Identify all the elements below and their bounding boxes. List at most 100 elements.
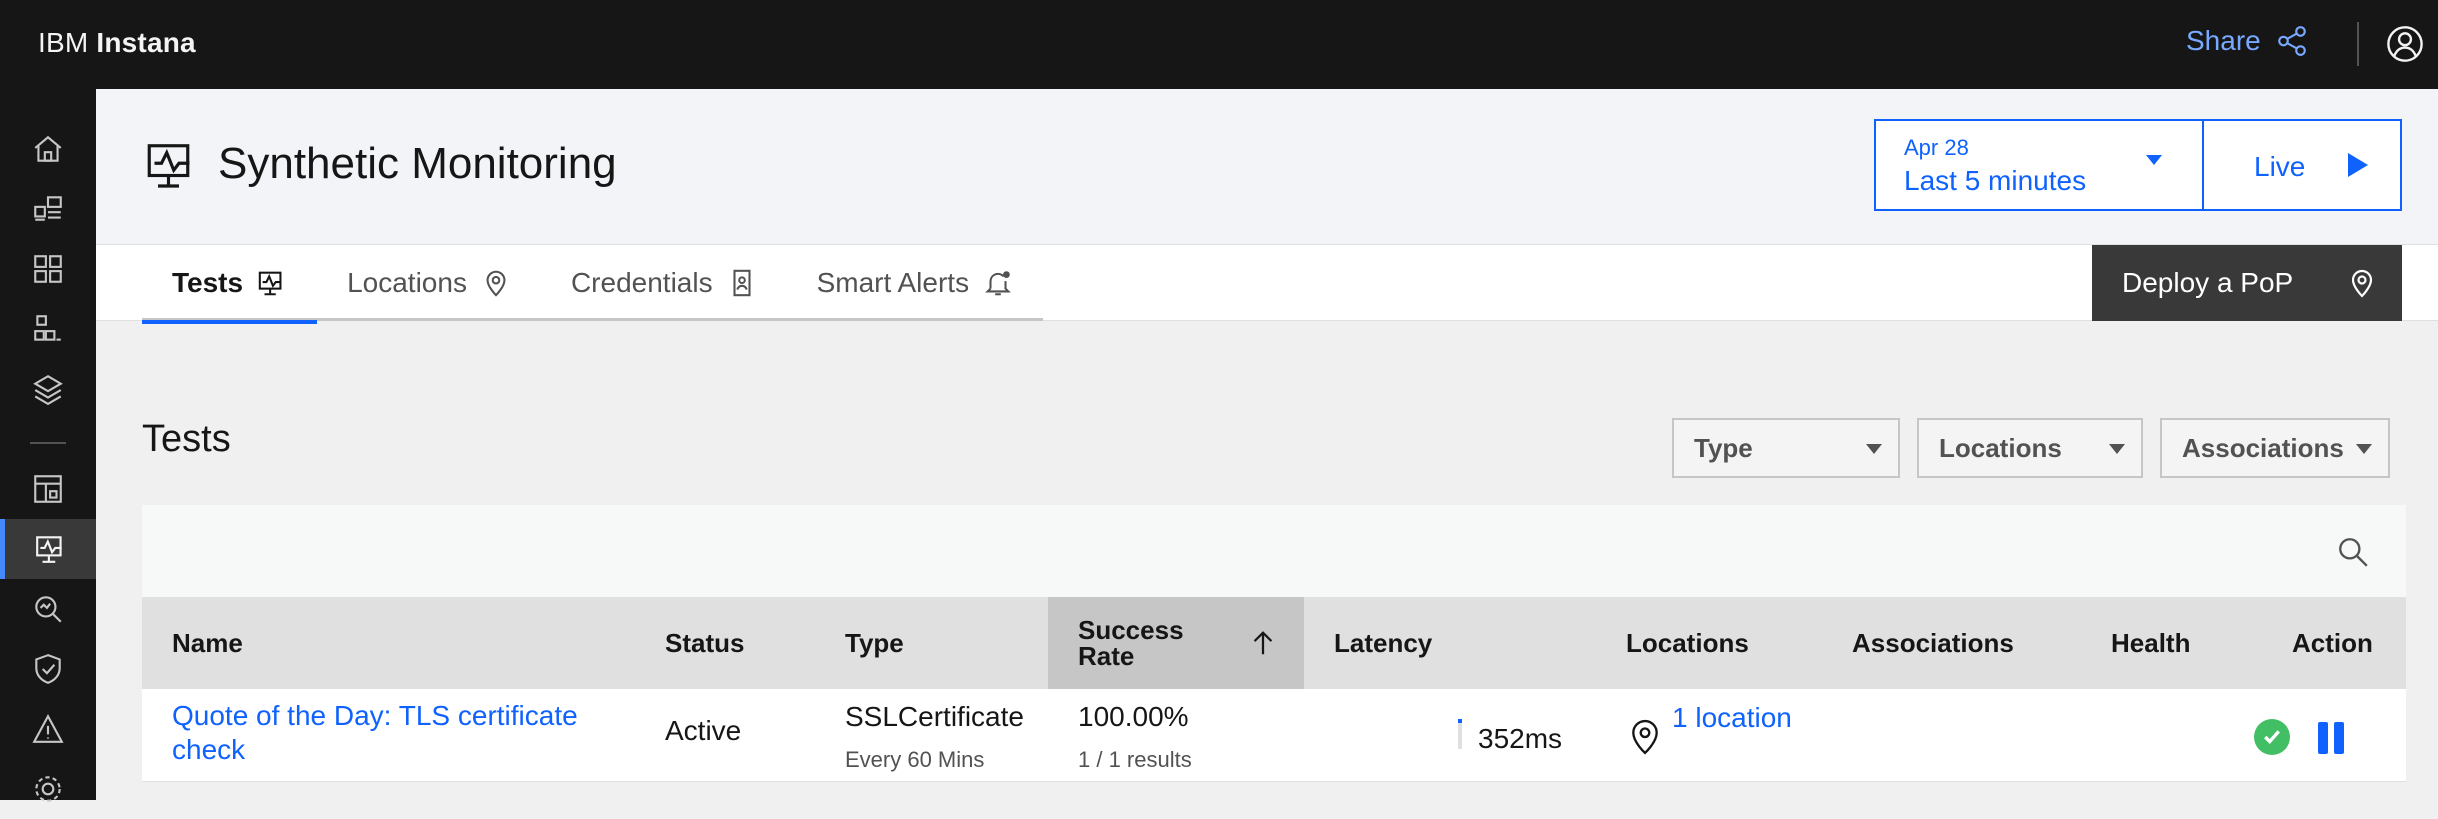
nav-layers[interactable] — [0, 359, 96, 419]
layers-icon — [33, 375, 63, 406]
date-label: Apr 28 — [1904, 135, 1969, 160]
bell-icon — [985, 271, 1011, 296]
tab-credentials[interactable]: Credentials — [541, 245, 787, 321]
tab-locations[interactable]: Locations — [317, 245, 541, 321]
nav-infrastructure[interactable] — [0, 299, 96, 359]
settings-icon — [35, 776, 61, 802]
column-header-latency[interactable]: Latency — [1334, 597, 1594, 689]
column-header-label: Success Rate — [1078, 615, 1184, 671]
tab-label: Locations — [347, 267, 467, 298]
pause-icon — [2318, 722, 2328, 754]
play-icon — [2348, 153, 2368, 177]
arrow-up-icon — [1253, 631, 1273, 655]
column-header-associations[interactable]: Associations — [1852, 597, 2052, 689]
nav-settings[interactable] — [0, 759, 96, 819]
section-title: Tests — [142, 418, 231, 460]
left-navigation — [0, 89, 96, 802]
latency-mark — [1458, 719, 1462, 723]
tests-table: Name Status Type Success Rate Latency Lo… — [142, 505, 2406, 782]
test-name-link[interactable]: Quote of the Day: TLS certificate check — [172, 699, 592, 767]
infrastructure-icon — [34, 315, 61, 341]
filter-associations[interactable]: Associations — [2160, 418, 2390, 478]
nav-platforms[interactable] — [0, 239, 96, 299]
brand-logo[interactable]: IBM Instana — [38, 27, 196, 59]
success-rate-results: 1 / 1 results — [1078, 747, 1192, 772]
deploy-label: Deploy a PoP — [2122, 267, 2294, 298]
tab-smart-alerts[interactable]: Smart Alerts — [787, 245, 1043, 321]
latency-sparkline — [1458, 719, 1462, 749]
filter-type[interactable]: Type — [1672, 418, 1900, 478]
credential-badge-icon — [733, 269, 751, 297]
nav-security[interactable] — [0, 639, 96, 699]
test-frequency: Every 60 Mins — [845, 747, 985, 772]
tab-list: Tests Locations Credentials Smart Alerts — [142, 245, 1044, 324]
topbar-divider — [2357, 22, 2359, 66]
range-label: Last 5 minutes — [1904, 165, 2087, 196]
chevron-down-icon — [2356, 444, 2372, 454]
chevron-down-icon — [2109, 444, 2125, 454]
success-rate-value: 100.00% — [1078, 701, 1189, 732]
tab-label: Credentials — [570, 267, 713, 298]
table-toolbar — [142, 505, 2406, 597]
nav-dashboards[interactable] — [0, 459, 96, 519]
filter-label: Locations — [1939, 432, 2062, 463]
column-header-type[interactable]: Type — [845, 597, 1055, 689]
table-row: Quote of the Day: TLS certificate check … — [142, 689, 2406, 782]
column-header-health[interactable]: Health — [2111, 597, 2231, 689]
filter-label: Associations — [2182, 432, 2344, 463]
search-icon[interactable] — [2336, 535, 2370, 569]
page-title: Synthetic Monitoring — [218, 139, 617, 188]
applications-icon — [34, 196, 62, 221]
filter-locations[interactable]: Locations — [1917, 418, 2143, 478]
tabs-row: Tests Locations Credentials Smart Alerts… — [96, 245, 2438, 324]
share-button[interactable]: Share — [2186, 24, 2309, 58]
dashboard-icon — [34, 475, 62, 503]
tab-label: Smart Alerts — [816, 267, 970, 298]
alert-icon — [32, 714, 64, 743]
top-bar: IBM Instana Share — [0, 0, 2438, 89]
location-pin-icon — [2351, 269, 2373, 298]
checkmark-icon — [2264, 730, 2281, 744]
nav-home[interactable] — [0, 119, 96, 179]
tab-tests[interactable]: Tests — [142, 245, 318, 324]
latency-value: 352ms — [1478, 723, 1563, 754]
pause-test-button[interactable] — [2318, 722, 2346, 754]
tab-label: Tests — [172, 267, 244, 298]
column-header-action[interactable]: Action — [2292, 597, 2402, 689]
test-type: SSLCertificate — [845, 701, 1024, 732]
column-header-status[interactable]: Status — [665, 597, 815, 689]
share-icon — [2277, 26, 2306, 56]
locations-link[interactable]: 1 location — [1672, 701, 1792, 735]
column-header-name[interactable]: Name — [172, 597, 632, 689]
filter-label: Type — [1694, 432, 1753, 463]
user-avatar-icon[interactable] — [2386, 25, 2424, 63]
monitor-icon — [258, 271, 282, 296]
brand-name: Instana — [96, 27, 196, 58]
page-header: Synthetic Monitoring Apr 28 Last 5 minut… — [96, 89, 2438, 245]
date-range-picker[interactable]: Apr 28 Last 5 minutes — [1874, 119, 2204, 211]
deploy-pop-button[interactable]: Deploy a PoP — [2092, 245, 2402, 321]
live-button[interactable]: Live — [2202, 119, 2402, 211]
nav-synthetic-monitoring[interactable] — [0, 519, 96, 579]
nav-events[interactable] — [0, 699, 96, 759]
column-header-locations[interactable]: Locations — [1626, 597, 1826, 689]
chevron-down-icon — [1866, 444, 1882, 454]
synthetic-monitoring-icon — [35, 536, 62, 563]
analytics-icon — [35, 596, 62, 623]
live-label: Live — [2254, 151, 2306, 182]
synthetic-monitoring-icon — [147, 144, 190, 188]
pause-icon — [2334, 722, 2344, 754]
share-label: Share — [2186, 25, 2261, 56]
chevron-down-icon — [2146, 155, 2162, 165]
location-pin-icon — [486, 270, 506, 297]
brand-prefix: IBM — [38, 27, 89, 58]
nav-analytics[interactable] — [0, 579, 96, 639]
nav-applications[interactable] — [0, 179, 96, 239]
column-header-success-rate[interactable]: Success Rate — [1048, 597, 1304, 689]
home-icon — [34, 135, 62, 162]
location-pin-icon — [1632, 719, 1658, 755]
security-icon — [35, 654, 61, 684]
table-header: Name Status Type Success Rate Latency Lo… — [142, 597, 2406, 689]
test-status: Active — [665, 715, 742, 746]
nav-separator — [30, 442, 66, 444]
